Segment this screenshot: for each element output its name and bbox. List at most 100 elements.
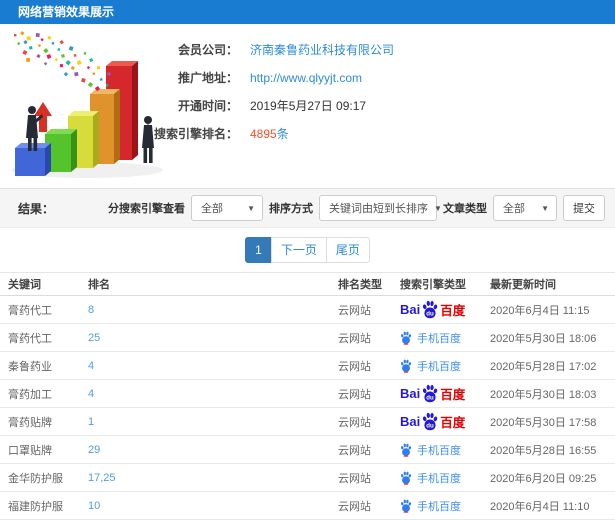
- table-row: 膏药贴牌 1 云网站 Bai du 百度 2020年5月30日 17:58: [0, 408, 615, 436]
- header-rank-type: 排名类型: [338, 279, 382, 291]
- rank-type-cell: 云网站: [338, 360, 371, 373]
- article-type-label: 文章类型: [443, 203, 487, 215]
- baidu-logo-bai: Bai: [400, 414, 421, 429]
- search-engine-cell: 手机百度: [400, 442, 490, 458]
- sort-filter-select[interactable]: 关键词由短到长排序 ▼: [319, 195, 442, 221]
- table-row: 膏药代工 8 云网站 Bai du 百度 2020年6月4日 11:15: [0, 296, 615, 324]
- promo-url-link[interactable]: http://www.qlyyjt.com: [250, 64, 362, 92]
- keyword-cell: 金华防护服: [8, 472, 63, 485]
- results-table: 关键词 排名 排名类型 搜索引擎类型 最新更新时间 膏药代工 8 云网站 Bai…: [0, 272, 615, 520]
- baidu-paw-icon: du: [423, 300, 438, 318]
- rank-link[interactable]: 25: [88, 332, 338, 344]
- company-link[interactable]: 济南秦鲁药业科技有限公司: [250, 36, 394, 64]
- keyword-cell: 口罩贴牌: [8, 444, 52, 457]
- mobile-baidu-label: 手机百度: [417, 500, 461, 513]
- rank-link[interactable]: 17,25: [88, 472, 338, 484]
- rank-type-cell: 云网站: [338, 500, 371, 513]
- baidu-logo-cn: 百度: [440, 304, 466, 318]
- result-label: 结果：: [18, 201, 55, 216]
- updated-time-cell: 2020年6月4日 11:15: [490, 304, 590, 317]
- table-row: 膏药加工 4 云网站 Bai du 百度 2020年5月30日 18:03: [0, 380, 615, 408]
- keyword-cell: 秦鲁药业: [8, 360, 52, 373]
- mobile-baidu-label: 手机百度: [417, 444, 461, 457]
- baidu-logo-cn: 百度: [440, 388, 466, 402]
- search-engine-cell: Bai du 百度: [400, 412, 490, 432]
- article-type-select[interactable]: 全部 ▼: [493, 195, 557, 221]
- updated-time-cell: 2020年5月30日 18:03: [490, 388, 597, 401]
- rank-count-number: 4895: [250, 127, 277, 141]
- engine-filter-value: 全部: [201, 203, 223, 215]
- page-title: 网络营销效果展示: [18, 5, 115, 19]
- rank-link[interactable]: 10: [88, 500, 338, 512]
- table-row: 膏药代工 25 云网站 手机百度 2020年5月30日 18:06: [0, 324, 615, 352]
- engine-filter-label: 分搜索引擎查看: [108, 203, 185, 215]
- rank-count-value: 4895条: [250, 120, 289, 148]
- mobile-baidu-label: 手机百度: [417, 360, 461, 373]
- svg-text:du: du: [427, 395, 435, 401]
- confetti-dots: [14, 31, 111, 92]
- search-engine-cell: 手机百度: [400, 470, 490, 486]
- rank-type-cell: 云网站: [338, 304, 371, 317]
- mobile-baidu-label: 手机百度: [417, 472, 461, 485]
- rank-link[interactable]: 4: [88, 388, 338, 400]
- chevron-down-icon: ▼: [541, 203, 549, 213]
- header-updated-time: 最新更新时间: [490, 279, 556, 291]
- businessman-right: [142, 116, 154, 163]
- table-row: 金华防护服 17,25 云网站 手机百度 2020年6月20日 09:25: [0, 464, 615, 492]
- rank-link[interactable]: 1: [88, 416, 338, 428]
- table-row: 口罩贴牌 29 云网站 手机百度 2020年5月28日 16:55: [0, 436, 615, 464]
- rank-type-cell: 云网站: [338, 444, 371, 457]
- keyword-cell: 膏药代工: [8, 332, 52, 345]
- bar-chart-illustration: [11, 31, 163, 178]
- info-section: 会员公司： 济南秦鲁药业科技有限公司 推广地址： http://www.qlyy…: [0, 24, 615, 188]
- svg-text:du: du: [427, 423, 435, 429]
- updated-time-cell: 2020年6月20日 09:25: [490, 472, 597, 485]
- header-keyword: 关键词: [8, 279, 41, 291]
- mobile-baidu-label: 手机百度: [417, 332, 461, 345]
- engine-filter-select[interactable]: 全部 ▼: [191, 195, 263, 221]
- article-type-value: 全部: [503, 203, 525, 215]
- page-title-bar: 网络营销效果展示: [0, 0, 615, 24]
- updated-time-cell: 2020年6月4日 11:10: [490, 500, 590, 513]
- svg-text:du: du: [427, 311, 435, 317]
- next-page-button[interactable]: 下一页: [270, 237, 327, 263]
- chevron-down-icon: ▼: [434, 203, 442, 213]
- filter-bar: 结果： 分搜索引擎查看 全部 ▼ 排序方式 关键词由短到长排序 ▼ 文章类型 全…: [0, 188, 615, 228]
- sort-filter-value: 关键词由短到长排序: [329, 203, 428, 215]
- open-time-value: 2019年5月27日 09:17: [250, 99, 367, 113]
- header-engine-type: 搜索引擎类型: [400, 279, 466, 291]
- rank-link[interactable]: 4: [88, 360, 338, 372]
- search-engine-cell: Bai du 百度: [400, 384, 490, 404]
- search-engine-cell: 手机百度: [400, 358, 490, 374]
- sort-filter-label: 排序方式: [269, 203, 313, 215]
- table-header-row: 关键词 排名 排名类型 搜索引擎类型 最新更新时间: [0, 272, 615, 296]
- submit-button[interactable]: 提交: [563, 195, 605, 221]
- baidu-paw-icon: du: [423, 412, 438, 430]
- updated-time-cell: 2020年5月28日 16:55: [490, 444, 597, 457]
- updated-time-cell: 2020年5月30日 18:06: [490, 332, 597, 345]
- rank-type-cell: 云网站: [338, 388, 371, 401]
- table-body: 膏药代工 8 云网站 Bai du 百度 2020年6月4日 11:15 膏药代…: [0, 296, 615, 520]
- mobile-baidu-paw-icon: [401, 499, 412, 513]
- rank-link[interactable]: 29: [88, 444, 338, 456]
- keyword-cell: 膏药贴牌: [8, 416, 52, 429]
- rank-type-cell: 云网站: [338, 332, 371, 345]
- keyword-cell: 膏药加工: [8, 388, 52, 401]
- baidu-logo-bai: Bai: [400, 386, 421, 401]
- mobile-baidu-paw-icon: [401, 359, 412, 373]
- rank-link[interactable]: 8: [88, 304, 338, 316]
- keyword-cell: 福建防护服: [8, 500, 63, 513]
- baidu-logo-bai: Bai: [400, 302, 421, 317]
- search-engine-cell: Bai du 百度: [400, 300, 490, 320]
- header-rank: 排名: [88, 279, 110, 291]
- filter-controls: 分搜索引擎查看 全部 ▼ 排序方式 关键词由短到长排序 ▼ 文章类型 全部 ▼ …: [108, 195, 605, 221]
- rank-count-unit: 条: [276, 127, 289, 141]
- table-row: 福建防护服 10 云网站 手机百度 2020年6月4日 11:10: [0, 492, 615, 520]
- keyword-cell: 膏药代工: [8, 304, 52, 317]
- table-row: 秦鲁药业 4 云网站 手机百度 2020年5月28日 17:02: [0, 352, 615, 380]
- search-engine-cell: 手机百度: [400, 498, 490, 514]
- page-1-button[interactable]: 1: [245, 237, 272, 263]
- last-page-button[interactable]: 尾页: [325, 237, 370, 263]
- updated-time-cell: 2020年5月28日 17:02: [490, 360, 597, 373]
- baidu-paw-icon: du: [423, 384, 438, 402]
